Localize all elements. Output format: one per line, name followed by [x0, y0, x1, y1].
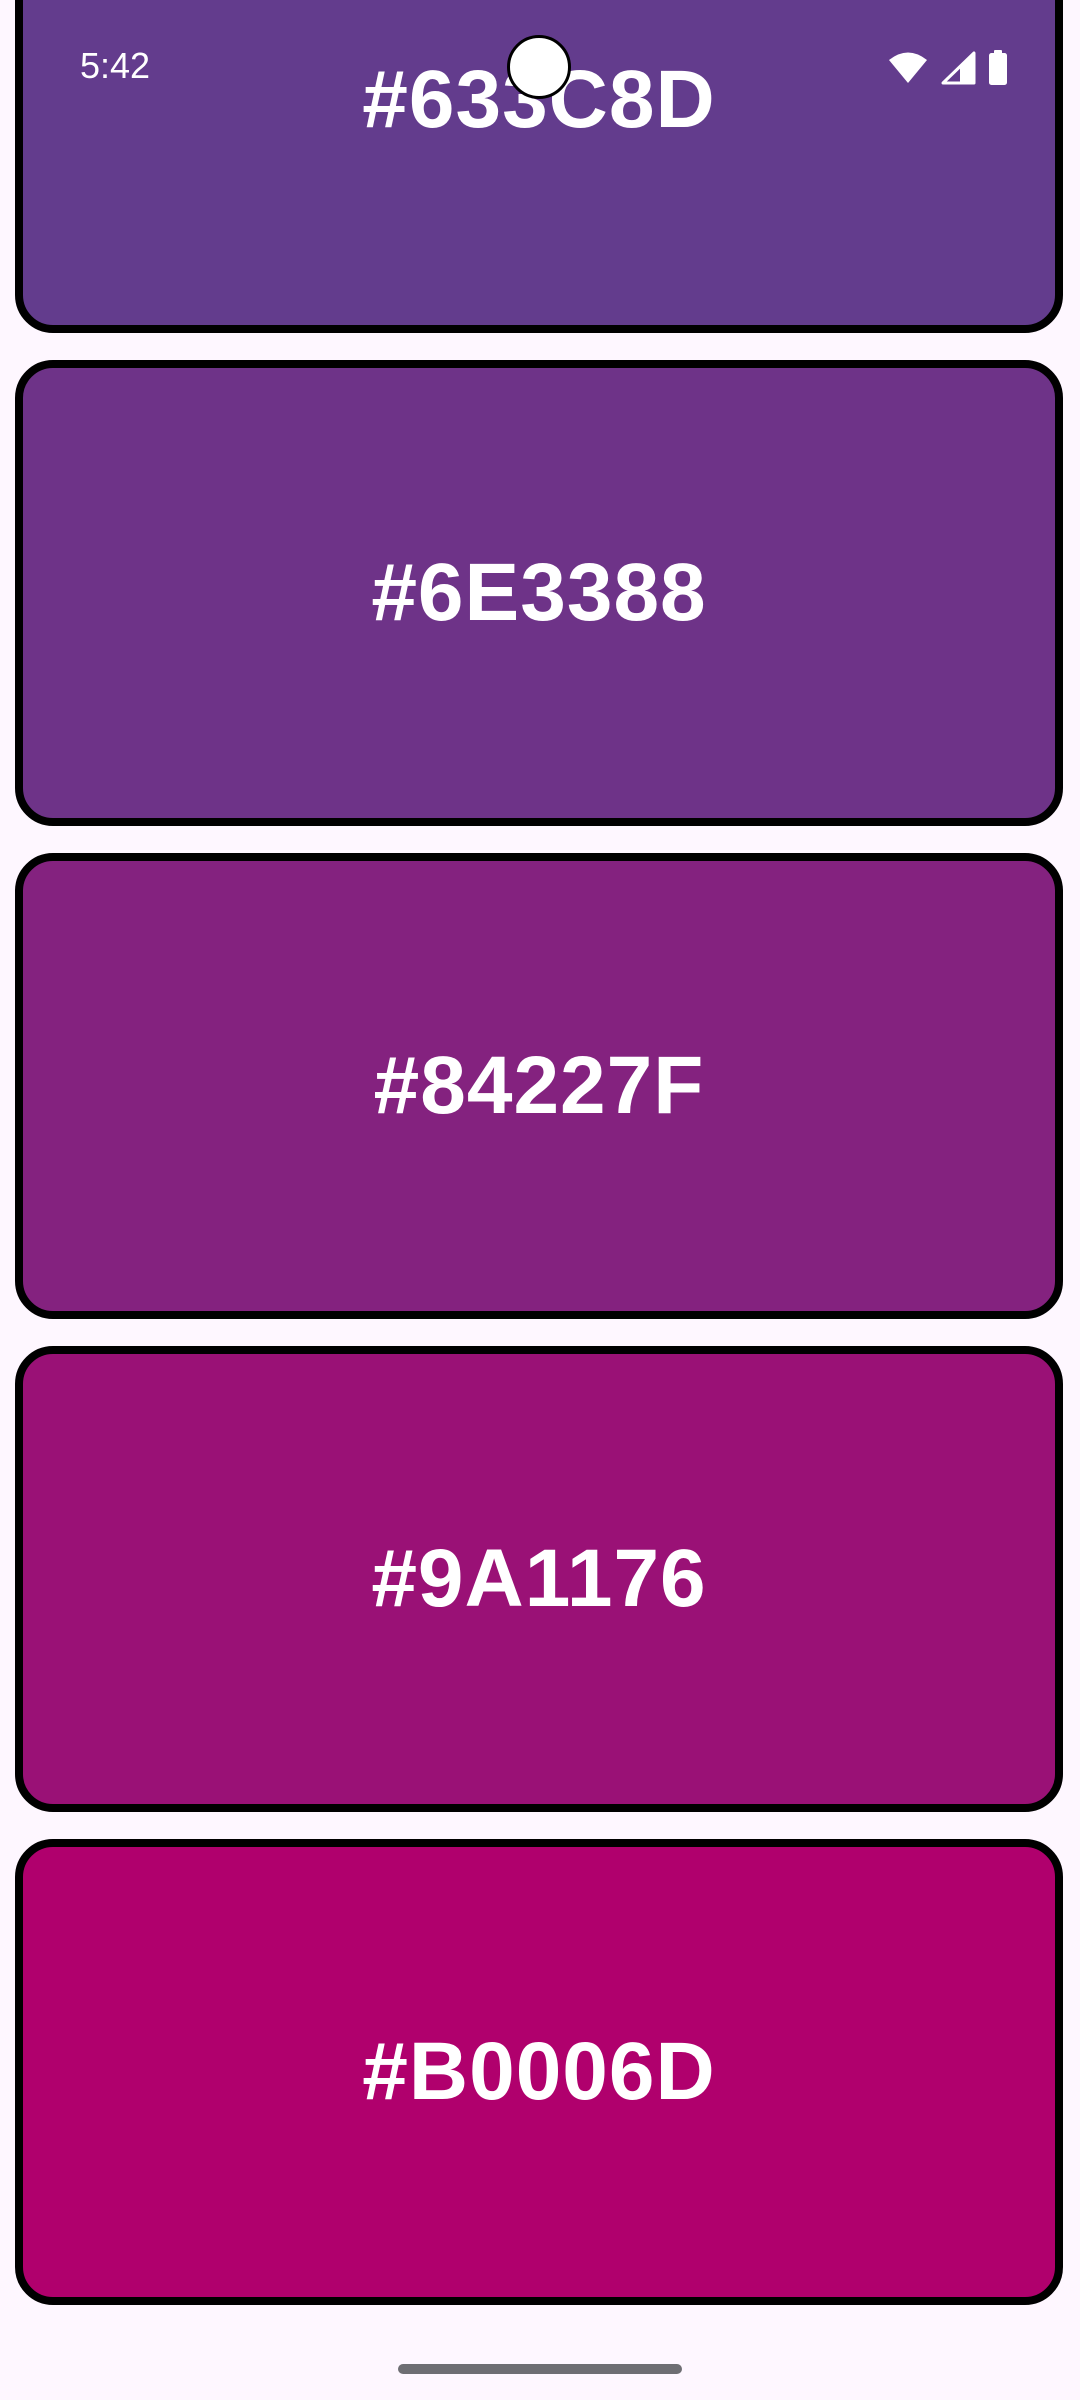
color-swatch-list[interactable]: #633C8D #6E3388 #84227F #9A1176 #B0006D	[0, 0, 1080, 2400]
color-swatch-2[interactable]: #6E3388	[15, 360, 1063, 826]
color-swatch-3[interactable]: #84227F	[15, 853, 1063, 1319]
swatch-hex-label: #9A1176	[371, 1533, 707, 1624]
color-swatch-5[interactable]: #B0006D	[15, 1839, 1063, 2305]
home-indicator-bar[interactable]	[398, 2364, 682, 2374]
swatch-hex-label: #84227F	[373, 1040, 705, 1131]
swatch-hex-label: #633C8D	[362, 54, 716, 145]
color-swatch-1[interactable]: #633C8D	[15, 0, 1063, 333]
swatch-hex-label: #B0006D	[362, 2026, 716, 2117]
swatch-hex-label: #6E3388	[371, 547, 707, 638]
color-swatch-4[interactable]: #9A1176	[15, 1346, 1063, 1812]
